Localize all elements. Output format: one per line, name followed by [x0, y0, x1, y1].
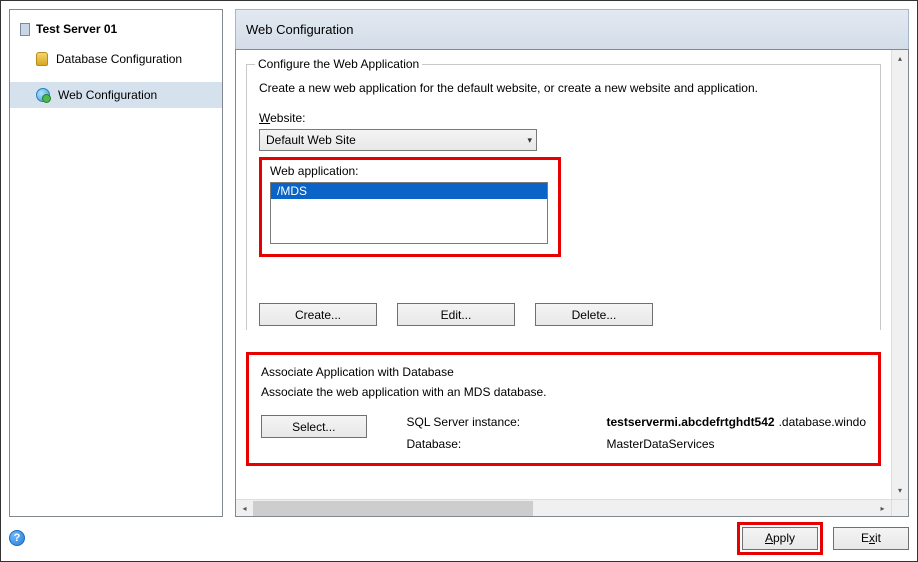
web-config-icon	[36, 88, 50, 102]
website-combobox[interactable]: Default Web Site ▾	[259, 129, 537, 151]
associate-row: Select... SQL Server instance: testserve…	[261, 415, 866, 451]
select-button[interactable]: Select...	[261, 415, 367, 438]
associate-group: Associate Application with Database Asso…	[249, 355, 878, 463]
server-icon	[20, 23, 30, 36]
footer-buttons: Apply Exit	[737, 522, 909, 555]
config-window: Test Server 01 Database Configuration We…	[0, 0, 918, 562]
edit-button[interactable]: Edit...	[397, 303, 515, 326]
associate-details-grid: SQL Server instance: testservermi.abcdef…	[407, 415, 866, 451]
sidebar-tree: Test Server 01 Database Configuration We…	[9, 9, 223, 517]
scroll-down-arrow-icon[interactable]: ▾	[892, 482, 908, 499]
tree-root-label: Test Server 01	[36, 22, 117, 36]
database-label: Database:	[407, 437, 587, 451]
sql-instance-label: SQL Server instance:	[407, 415, 587, 429]
scroll-viewport: Configure the Web Application Create a n…	[236, 50, 891, 499]
exit-button[interactable]: Exit	[833, 527, 909, 550]
scroll-corner	[891, 499, 908, 516]
sidebar-item-database-config[interactable]: Database Configuration	[10, 46, 222, 72]
vertical-scrollbar[interactable]: ▴ ▾	[891, 50, 908, 499]
webapp-button-row: Create... Edit... Delete...	[259, 303, 868, 326]
configure-legend: Configure the Web Application	[255, 57, 422, 71]
tree-root-server[interactable]: Test Server 01	[10, 18, 222, 46]
associate-description: Associate the web application with an MD…	[261, 385, 866, 399]
database-icon	[36, 52, 48, 66]
configure-description: Create a new web application for the def…	[259, 81, 868, 95]
webapp-highlight-box: Web application: /MDS	[259, 157, 561, 257]
content-body: Configure the Web Application Create a n…	[235, 49, 909, 517]
content-pane: Web Configuration Configure the Web Appl…	[235, 9, 909, 517]
content-header: Web Configuration	[235, 9, 909, 49]
main-area: Test Server 01 Database Configuration We…	[9, 9, 909, 517]
chevron-down-icon: ▾	[527, 135, 532, 146]
apply-button[interactable]: Apply	[742, 527, 818, 550]
associate-highlight-box: Associate Application with Database Asso…	[246, 352, 881, 466]
configure-webapp-group: Configure the Web Application Create a n…	[246, 64, 881, 330]
sql-instance-suffix: .database.windo	[779, 415, 866, 429]
sql-instance-value: testservermi.abcdefrtghdt542 .database.wi…	[607, 415, 866, 429]
sidebar-item-label: Web Configuration	[58, 88, 157, 102]
create-button[interactable]: Create...	[259, 303, 377, 326]
horizontal-scrollbar[interactable]: ◂ ▸	[236, 499, 891, 516]
website-label: Website:	[259, 111, 868, 125]
sidebar-item-web-config[interactable]: Web Configuration	[10, 82, 222, 108]
database-value: MasterDataServices	[607, 437, 866, 451]
scroll-up-arrow-icon[interactable]: ▴	[892, 50, 908, 67]
webapp-list-item[interactable]: /MDS	[271, 183, 547, 199]
footer-bar: ? Apply Exit	[9, 523, 909, 553]
delete-button[interactable]: Delete...	[535, 303, 653, 326]
scroll-left-arrow-icon[interactable]: ◂	[236, 500, 253, 517]
apply-highlight-box: Apply	[737, 522, 823, 555]
scroll-right-arrow-icon[interactable]: ▸	[874, 500, 891, 517]
sidebar-item-label: Database Configuration	[56, 52, 182, 66]
scroll-thumb[interactable]	[253, 501, 533, 516]
help-icon[interactable]: ?	[9, 530, 25, 546]
page-title: Web Configuration	[246, 22, 353, 37]
webapp-listbox[interactable]: /MDS	[270, 182, 548, 244]
sql-instance-host: testservermi.abcdefrtghdt542	[607, 415, 775, 429]
webapp-label: Web application:	[270, 164, 550, 178]
associate-legend: Associate Application with Database	[261, 365, 866, 379]
website-selected-value: Default Web Site	[266, 133, 356, 147]
